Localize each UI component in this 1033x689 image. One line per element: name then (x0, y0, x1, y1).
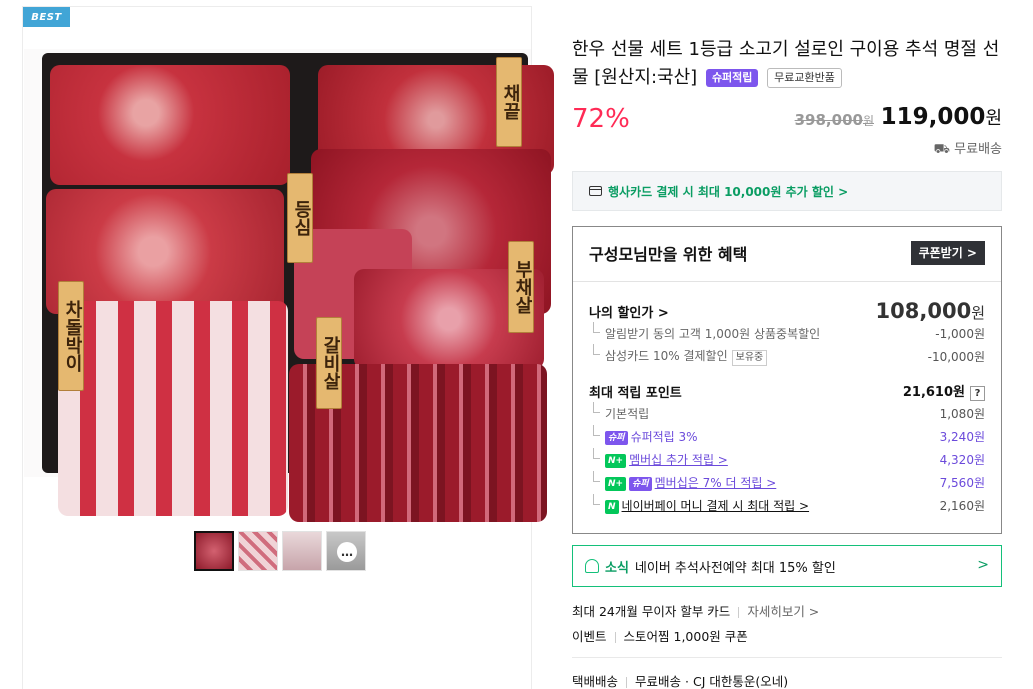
discount-item: 삼성카드 10% 결제할인 보유중 -10,000원 (589, 344, 985, 366)
super-reward-badge: 슈퍼적립 (705, 69, 759, 87)
truck-icon: ⛟ (933, 142, 955, 157)
my-discount-row: 나의 할인가 > 108,000원 (589, 299, 985, 323)
product-title: 한우 선물 세트 1등급 소고기 설로인 구이용 추석 명절 선물 [원산지:국… (572, 36, 1002, 92)
divider (573, 281, 1001, 282)
cut-tag: 부채살 (508, 241, 534, 333)
installment-row: 최대 24개월 무이자 할부 카드 자세히보기 > (572, 604, 820, 619)
news-text: 네이버 추석사전예약 최대 15% 할인 (634, 560, 836, 576)
point-item[interactable]: N 네이버페이 머니 결제 시 최대 적립 > 2,160원 (589, 494, 985, 514)
divider (572, 657, 1002, 658)
owned-tag: 보유중 (731, 350, 768, 366)
bell-icon (585, 559, 599, 573)
news-label: 소식 (605, 560, 629, 576)
cut-tag: 차돌박이 (58, 281, 84, 391)
product-gallery: BEST 채끝 등심 부채살 갈비살 차돌박이 … (22, 6, 554, 689)
point-item[interactable]: N+ 슈퍼 멤버십은 7% 더 적립 > 7,560원 (589, 471, 985, 491)
cut-tag: 갈비살 (316, 317, 342, 409)
sale-price: 119,000원 (880, 104, 1002, 130)
news-banner[interactable]: 소식 네이버 추석사전예약 최대 15% 할인 > (572, 545, 1002, 587)
discount-rate: 72% (572, 104, 630, 134)
original-price: 398,000원 (794, 111, 874, 129)
delivery-row: 택배배송 무료배송 · CJ 대한통운(오네) (572, 674, 789, 689)
point-item[interactable]: N+ 멤버십 추가 적립 > 4,320원 (589, 448, 985, 468)
cut-tag: 채끝 (496, 57, 522, 147)
thumbnail-1[interactable] (194, 531, 234, 571)
product-page: BEST 채끝 등심 부채살 갈비살 차돌박이 … 한우 선물 세트 1등급 소… (0, 0, 1033, 689)
naver-pay-icon: N (605, 499, 619, 514)
thumbnail-strip: … (194, 531, 366, 571)
super-icon: 슈퍼 (605, 430, 628, 445)
coupon-button[interactable]: 쿠폰받기 > (910, 241, 985, 265)
super-icon: 슈퍼 (629, 476, 652, 491)
meat-cut (58, 301, 288, 516)
cut-tag: 등심 (287, 173, 313, 263)
max-points-row: 최대 적립 포인트 21,610원? (589, 381, 985, 401)
thumbnail-2[interactable] (238, 531, 278, 571)
meat-cut (50, 65, 290, 185)
card-promo-banner[interactable]: 행사카드 결제 시 최대 10,000원 추가 할인 > (572, 171, 1002, 211)
benefit-panel: 구성모님만을 위한 혜택 쿠폰받기 > 나의 할인가 > 108,000원 알림… (572, 226, 1002, 534)
my-discount-label[interactable]: 나의 할인가 > (589, 302, 669, 321)
thumbnail-3[interactable] (282, 531, 322, 571)
discount-item: 알림받기 동의 고객 1,000원 상품중복할인 -1,000원 (589, 322, 985, 342)
card-promo-text: 행사카드 결제 시 최대 10,000원 추가 할인 > (608, 184, 849, 199)
help-icon[interactable]: ? (970, 386, 985, 401)
card-icon (589, 186, 602, 196)
max-points-value: 21,610원 (902, 385, 965, 400)
details-link[interactable]: 자세히보기 > (747, 604, 819, 619)
more-icon: … (337, 542, 357, 562)
point-item: 슈퍼 슈퍼적립 3% 3,240원 (589, 425, 985, 445)
naver-plus-icon: N+ (605, 476, 627, 491)
chevron-right-icon: > (977, 557, 989, 573)
event-row: 이벤트 스토어찜 1,000원 쿠폰 (572, 629, 748, 644)
max-points-label: 최대 적립 포인트 (589, 385, 682, 401)
point-item: 기본적립 1,080원 (589, 402, 985, 422)
my-discount-price: 108,000원 (875, 299, 985, 323)
shipping-info: ⛟ 무료배송 (933, 142, 1002, 157)
product-main-image[interactable]: 채끝 등심 부채살 갈비살 차돌박이 (24, 49, 554, 522)
free-return-badge[interactable]: 무료교환반품 (767, 68, 842, 88)
thumbnail-more[interactable]: … (326, 531, 366, 571)
best-badge: BEST (23, 7, 70, 27)
naver-plus-icon: N+ (605, 453, 627, 468)
benefit-heading: 구성모님만을 위한 혜택 (589, 245, 748, 264)
